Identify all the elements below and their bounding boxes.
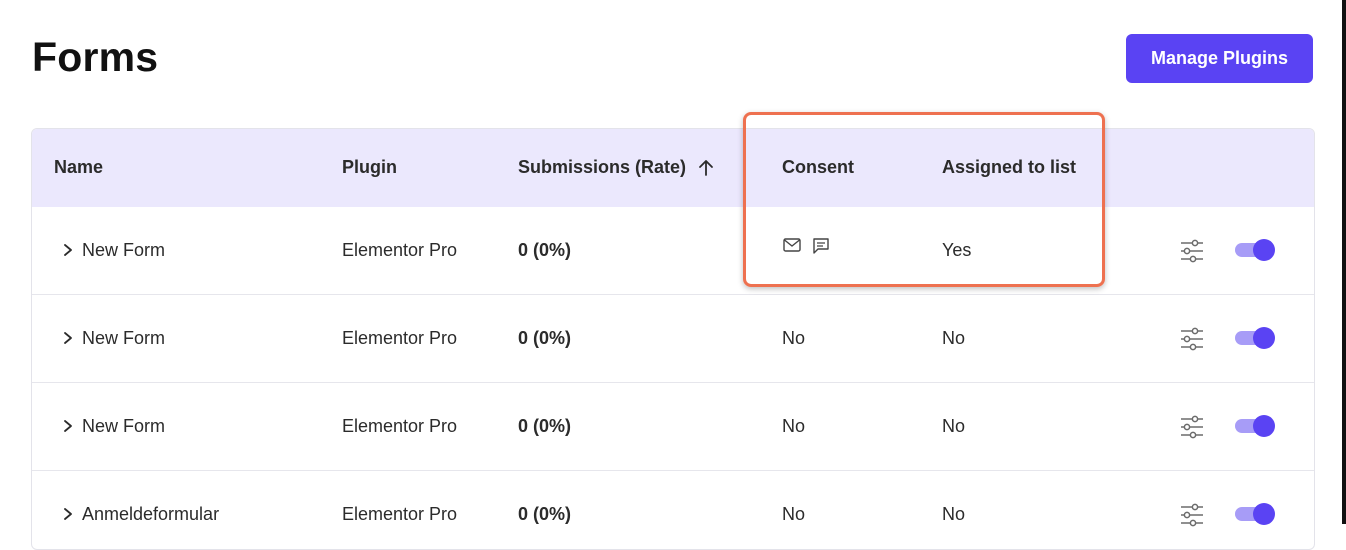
enable-toggle[interactable] <box>1235 239 1275 261</box>
message-icon <box>813 238 830 254</box>
table-row: New Form Elementor Pro 0 (0%) No No <box>32 382 1314 470</box>
column-header-plugin[interactable]: Plugin <box>342 157 397 178</box>
submissions-value: 0 (0%) <box>518 416 572 436</box>
submissions-value: 0 (0%) <box>518 328 572 348</box>
table-header: Name Plugin Submissions (Rate) Consent A… <box>32 129 1314 207</box>
enable-toggle[interactable] <box>1235 327 1275 349</box>
plugin-name: Elementor Pro <box>342 416 458 436</box>
mail-icon <box>783 238 801 252</box>
submissions-value: 0 (0%) <box>518 504 572 524</box>
form-name[interactable]: New Form <box>82 240 165 261</box>
enable-toggle[interactable] <box>1235 503 1275 525</box>
arrow-up-icon[interactable] <box>696 158 716 178</box>
chevron-right-icon[interactable] <box>62 419 74 433</box>
sliders-icon[interactable] <box>1179 326 1205 352</box>
column-header-consent[interactable]: Consent <box>782 157 854 178</box>
enable-toggle[interactable] <box>1235 415 1275 437</box>
consent-value: No <box>782 416 806 436</box>
column-header-submissions[interactable]: Submissions (Rate) <box>518 157 686 178</box>
assigned-value: Yes <box>942 240 972 260</box>
submissions-value: 0 (0%) <box>518 240 572 260</box>
table-row: New Form Elementor Pro 0 (0%) Yes <box>32 207 1314 294</box>
manage-plugins-button[interactable]: Manage Plugins <box>1126 34 1313 83</box>
chevron-right-icon[interactable] <box>62 507 74 521</box>
consent-icons <box>782 237 836 257</box>
sliders-icon[interactable] <box>1179 238 1205 264</box>
assigned-value: No <box>942 416 966 436</box>
form-name[interactable]: Anmeldeformular <box>82 504 219 525</box>
consent-value: No <box>782 504 806 524</box>
chevron-right-icon[interactable] <box>62 243 74 257</box>
column-header-assigned[interactable]: Assigned to list <box>942 157 1076 178</box>
assigned-value: No <box>942 504 966 524</box>
sliders-icon[interactable] <box>1179 414 1205 440</box>
page-title: Forms <box>32 34 159 80</box>
chevron-right-icon[interactable] <box>62 331 74 345</box>
table-row: New Form Elementor Pro 0 (0%) No No <box>32 294 1314 382</box>
table-row: Anmeldeformular Elementor Pro 0 (0%) No … <box>32 470 1314 549</box>
window-edge <box>1342 0 1346 524</box>
form-name[interactable]: New Form <box>82 328 165 349</box>
plugin-name: Elementor Pro <box>342 328 458 348</box>
plugin-name: Elementor Pro <box>342 504 458 524</box>
assigned-value: No <box>942 328 966 348</box>
plugin-name: Elementor Pro <box>342 240 458 260</box>
consent-value: No <box>782 328 806 348</box>
column-header-name[interactable]: Name <box>54 157 103 178</box>
form-name[interactable]: New Form <box>82 416 165 437</box>
forms-table: Name Plugin Submissions (Rate) Consent A… <box>31 128 1315 550</box>
sliders-icon[interactable] <box>1179 502 1205 528</box>
